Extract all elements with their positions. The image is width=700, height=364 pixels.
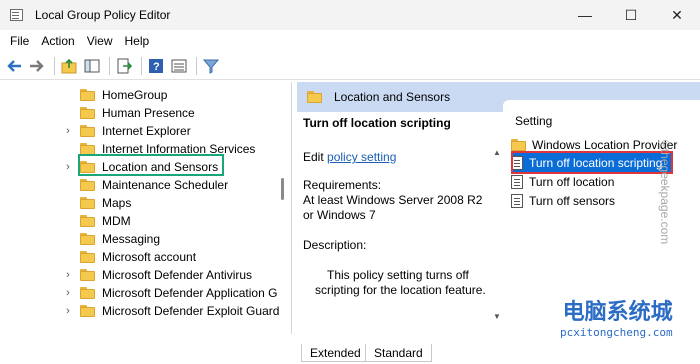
tree-item-label: Microsoft Defender Application G [102, 286, 278, 300]
watermark-en: pcxitongcheng.com [560, 326, 673, 339]
tree-item-label: Human Presence [102, 106, 195, 120]
menu-help[interactable]: Help [119, 34, 156, 48]
description-label: Description: [303, 238, 367, 252]
show-hide-tree-button[interactable] [82, 56, 102, 76]
tree-item-label: Internet Explorer [102, 124, 191, 138]
setting-label: Turn off location [529, 174, 615, 189]
folder-icon [80, 251, 95, 263]
scroll-down-icon[interactable]: ▼ [493, 312, 501, 321]
requirements-line-1: At least Windows Server 2008 R2 [303, 193, 483, 207]
maximize-button[interactable]: ☐ [608, 0, 654, 30]
close-icon: ✕ [671, 6, 683, 23]
edit-line: Edit policy setting [303, 150, 396, 164]
view-button[interactable] [169, 56, 189, 76]
menu-view[interactable]: View [81, 34, 119, 48]
folder-icon [80, 287, 95, 299]
requirements-label: Requirements: [303, 178, 382, 192]
folder-icon [80, 179, 95, 191]
menu-bar: File Action View Help [0, 30, 700, 52]
settings-column-header[interactable]: Setting [515, 114, 552, 128]
watermark-vertical: ©thegeekpage.com [658, 140, 672, 245]
tree-item-label: Maps [102, 196, 132, 210]
folder-icon [80, 269, 95, 281]
up-button[interactable] [59, 56, 79, 76]
tree-item-label: Maintenance Scheduler [102, 178, 229, 192]
folder-icon [80, 233, 95, 245]
folder-icon [80, 125, 95, 137]
forward-arrow-icon [30, 60, 44, 72]
back-arrow-icon [7, 60, 21, 72]
tree-item-label: Microsoft Defender Antivirus [102, 268, 253, 282]
filter-button[interactable] [201, 56, 221, 76]
chevron-right-icon[interactable]: › [64, 122, 72, 140]
description-scrollbar[interactable]: ▲ ▼ [493, 142, 503, 332]
chevron-right-icon[interactable]: › [64, 158, 72, 176]
tree-highlight-box [78, 154, 224, 176]
folder-icon [307, 91, 322, 103]
tree-item-label: Messaging [102, 232, 161, 246]
scroll-up-icon[interactable]: ▲ [493, 148, 501, 157]
filter-icon [203, 59, 219, 74]
window-title: Local Group Policy Editor [35, 8, 171, 22]
folder-icon [80, 305, 95, 317]
app-icon [10, 8, 26, 22]
tree-pane[interactable]: HomeGroup Human Presence › Internet Expl… [0, 82, 292, 334]
folder-icon [80, 197, 95, 209]
tree-item-label: HomeGroup [102, 88, 168, 102]
minimize-button[interactable]: — [562, 0, 608, 30]
tree-item-label: Microsoft account [102, 250, 197, 264]
export-list-button[interactable] [114, 56, 134, 76]
show-hide-tree-icon [84, 59, 100, 73]
menu-file[interactable]: File [4, 34, 35, 48]
minimize-icon: — [578, 7, 592, 23]
view-icon [171, 59, 187, 73]
chevron-right-icon[interactable]: › [64, 302, 72, 320]
menu-action[interactable]: Action [35, 34, 80, 48]
export-list-icon [117, 58, 132, 74]
help-icon: ? [149, 59, 163, 73]
chevron-right-icon[interactable]: › [64, 284, 72, 302]
up-folder-icon [61, 58, 77, 74]
title-bar: Local Group Policy Editor — ☐ ✕ [0, 0, 700, 30]
tree-item-label: MDM [102, 214, 131, 228]
back-button[interactable] [4, 56, 24, 76]
requirements-line-2: or Windows 7 [303, 208, 376, 222]
tab-standard[interactable]: Standard [365, 344, 432, 362]
folder-icon [80, 89, 95, 101]
folder-icon [80, 107, 95, 119]
setting-label: Windows Location Provider [532, 137, 678, 152]
forward-button[interactable] [27, 56, 47, 76]
folder-icon [80, 215, 95, 227]
policy-title: Turn off location scripting [303, 116, 451, 130]
edit-prefix: Edit [303, 150, 324, 164]
close-button[interactable]: ✕ [654, 0, 700, 30]
selection-highlight-box [511, 151, 673, 174]
watermark-cn: 电脑系统城 [562, 300, 673, 325]
tree-item-label: Microsoft Defender Exploit Guard [102, 304, 280, 318]
toolbar: ? [0, 53, 700, 80]
chevron-right-icon[interactable]: › [64, 266, 72, 284]
description-line-2: scripting for the location feature. [315, 283, 486, 297]
policy-setting-link[interactable]: policy setting [327, 150, 396, 164]
setting-label: Turn off sensors [529, 193, 616, 208]
folder-icon [511, 138, 526, 151]
setting-row-turn-off-sensors[interactable]: Turn off sensors [511, 191, 615, 210]
tab-extended[interactable]: Extended [301, 344, 370, 362]
setting-row-turn-off-location[interactable]: Turn off location [511, 172, 614, 191]
view-tabs: Extended Standard [297, 344, 700, 364]
details-header-title: Location and Sensors [334, 90, 451, 104]
policy-description: Turn off location scripting Edit policy … [303, 114, 493, 314]
description-line-1: This policy setting turns off [327, 268, 469, 282]
help-button[interactable]: ? [146, 56, 166, 76]
policy-icon [511, 174, 523, 189]
policy-icon [511, 193, 523, 208]
tree-scrollbar[interactable] [281, 178, 284, 200]
watermark: 电脑系统城 pcxitongcheng.com [560, 294, 673, 339]
svg-text:?: ? [153, 61, 160, 73]
maximize-icon: ☐ [624, 6, 638, 23]
